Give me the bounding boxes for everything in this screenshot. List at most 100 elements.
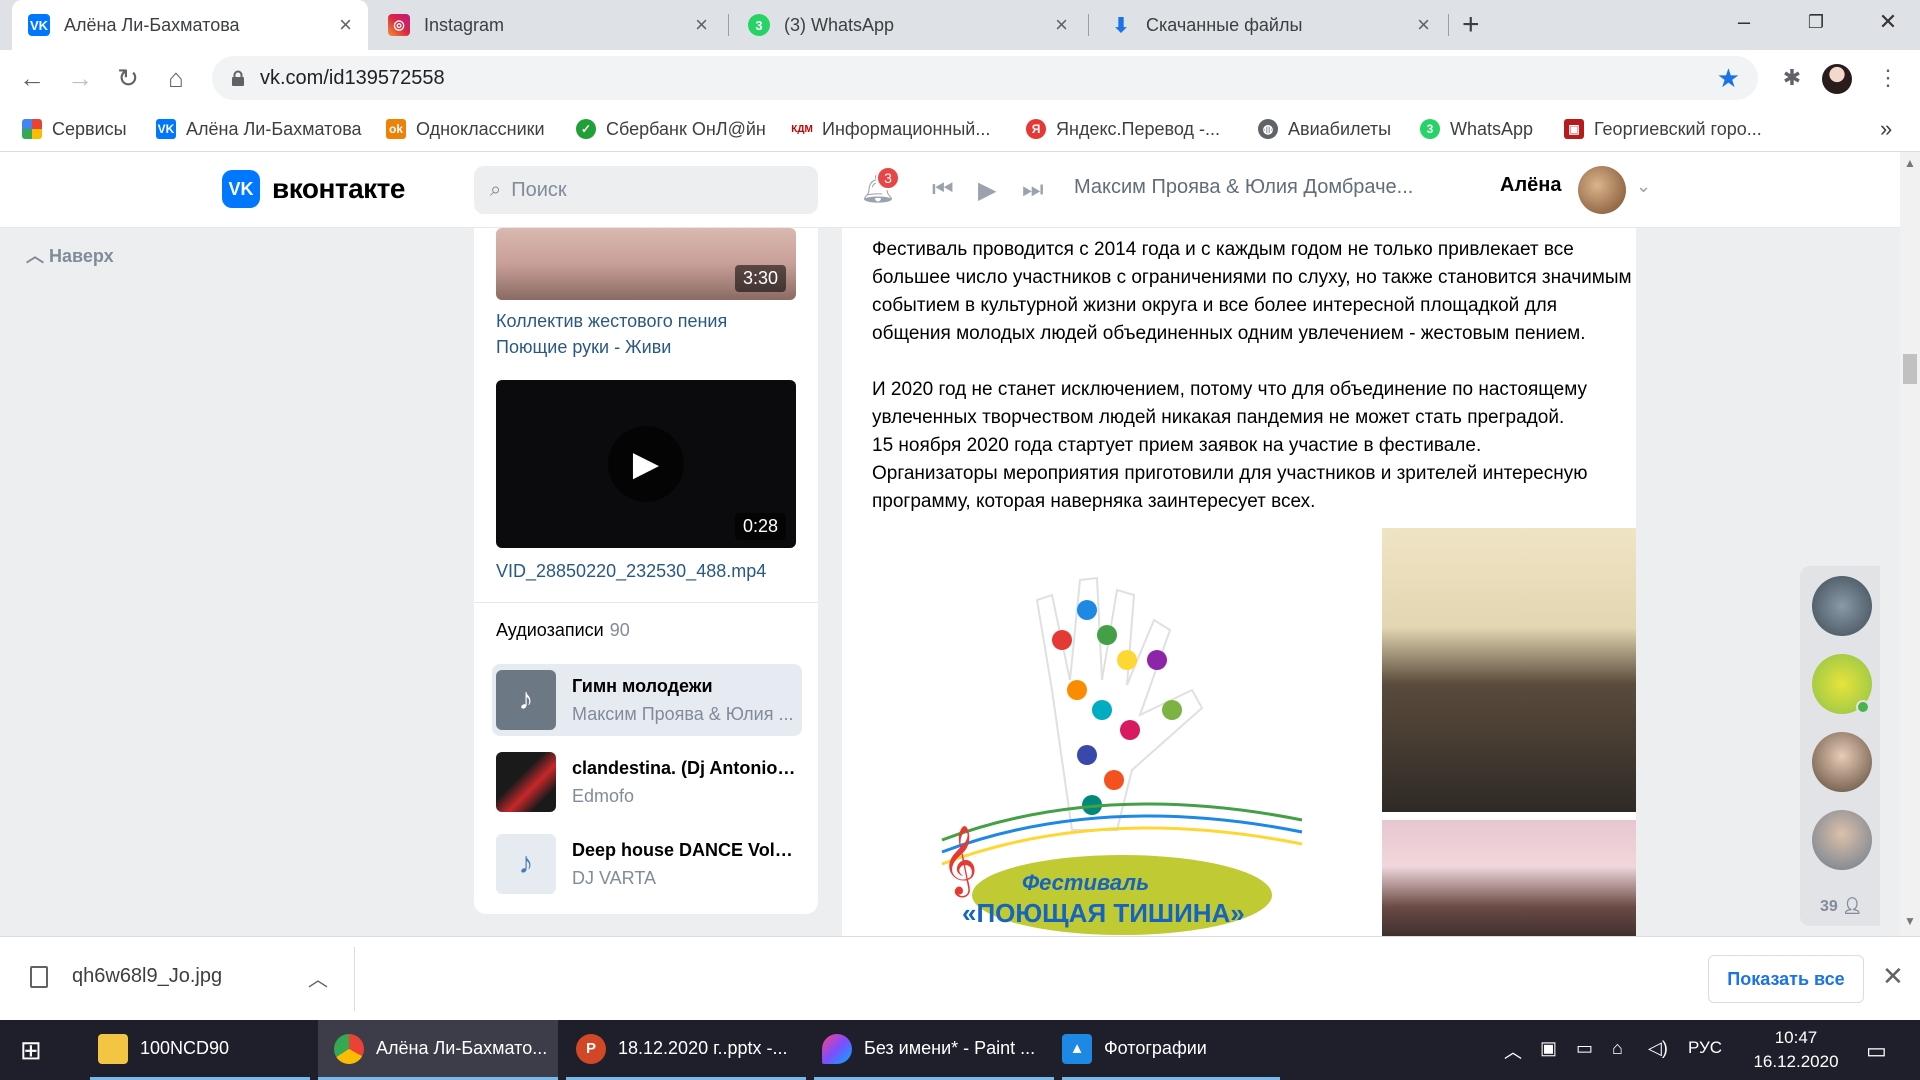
bookmark-whatsapp[interactable]: 3 WhatsApp [1420,106,1533,152]
tab-whatsapp[interactable]: 3 (3) WhatsApp × [732,0,1084,50]
minimize-icon[interactable]: – [1712,0,1776,44]
profile-avatar[interactable] [1822,64,1852,94]
chevron-down-icon[interactable]: ⌄ [1636,176,1651,197]
restore-icon[interactable]: ❐ [1784,0,1848,44]
bookmark-star-icon[interactable]: ★ [1717,63,1740,94]
bookmarks-more[interactable]: » [1880,106,1892,152]
group-photo-image[interactable] [1382,820,1636,936]
vk-logo-text: вконтакте [272,173,405,204]
audio-track[interactable]: clandestina. (Dj Antonio ... Edmofo [492,746,802,818]
instagram-icon: ◎ [388,14,410,36]
notifications-button[interactable]: 🔔︎ 3 [860,166,900,208]
now-playing-text[interactable]: Максим Проява & Юлия Домбраче... [1074,176,1413,199]
video-title-link[interactable]: VID_28850220_232530_488.mp4 [496,558,796,584]
video-thumbnail[interactable]: ▶ 0:28 [496,380,796,548]
network-icon[interactable]: ⌂ [1612,1038,1623,1059]
audio-track[interactable]: ♪ Deep house DANCE Vol 1 ... DJ VARTA [492,828,802,900]
back-icon[interactable]: ← [14,60,50,96]
bookmark-vk[interactable]: VK Алёна Ли-Бахматова [156,106,362,152]
bookmark-label: Сбербанк ОнЛ@йн [606,118,766,139]
post-paragraph: Фестиваль проводится с 2014 года и с каж… [872,239,1632,344]
user-avatar[interactable] [1578,166,1626,214]
bookmark-yandex-translate[interactable]: Я Яндекс.Перевод -... [1026,106,1220,152]
extensions-icon[interactable]: ✱ [1774,60,1810,96]
track-title: clandestina. (Dj Antonio ... [572,758,797,778]
scrollbar-thumb[interactable] [1903,354,1917,384]
page-scrollbar[interactable]: ▲ ▼ [1900,152,1920,936]
track-artist[interactable]: Максим Проява & Юлия ... [572,704,797,725]
bookmark-aviatickets[interactable]: ◍ Авиабилеты [1258,106,1391,152]
bookmark-odnoklassniki[interactable]: ok Одноклассники [386,106,545,152]
taskbar-item-powerpoint[interactable]: P 18.12.2020 г..pptx -... [566,1020,806,1080]
menu-icon[interactable]: ⋮ [1870,60,1906,96]
taskbar-item-photos[interactable]: ▲ Фотографии [1062,1020,1280,1080]
close-icon[interactable]: × [1417,12,1430,38]
new-tab-button[interactable]: + [1462,8,1480,42]
scroll-down-arrow[interactable]: ▼ [1904,914,1916,928]
image-file-icon [30,965,48,988]
meet-now-icon[interactable]: ▣ [1540,1038,1557,1059]
close-window-icon[interactable]: ✕ [1856,0,1920,44]
back-to-top-button[interactable]: ︿ Наверх [26,242,114,268]
browser-tab-bar: VK Алёна Ли-Бахматова × ◎ Instagram × 3 … [0,0,1920,50]
tab-downloads[interactable]: ⬇ Скачанные файлы × [1094,0,1446,50]
close-icon[interactable]: × [695,12,708,38]
video-duration: 3:30 [734,265,786,292]
bookmark-georgievsk[interactable]: ▣ Георгиевский горо... [1564,106,1762,152]
search-input[interactable] [511,178,772,202]
tab-title: Алёна Ли-Бахматова [64,14,240,35]
battery-icon[interactable]: ▭ [1576,1038,1593,1059]
friend-avatar[interactable] [1812,732,1872,792]
play-icon[interactable]: ▶ [608,426,684,502]
bookmark-sberbank[interactable]: ✓ Сбербанк ОнЛ@йн [576,106,766,152]
chevron-up-icon[interactable]: ︿ [1504,1038,1522,1064]
address-bar[interactable]: vk.com/id139572558 ★ [212,56,1758,100]
group-photo-image[interactable] [1382,528,1636,812]
play-icon[interactable]: ▶ [978,176,996,205]
taskbar-item-paint[interactable]: Без имени* - Paint ... [814,1020,1054,1080]
friends-online-count[interactable]: 39 👤︎ [1820,896,1863,916]
input-language[interactable]: РУС [1688,1038,1722,1058]
audio-track[interactable]: ♪ Гимн молодежи Максим Проява & Юлия ... [492,664,802,736]
taskbar-item-folder[interactable]: 100NCD90 [90,1020,310,1080]
video-title-link[interactable]: Коллектив жестового пения Поющие руки - … [496,308,796,360]
bookmark-info[interactable]: КДМ Информационный... [791,106,990,152]
audio-section-header[interactable]: Аудиозаписи 90 [496,620,630,641]
downloaded-file[interactable]: qh6w68l9_Jo.jpg [30,965,222,988]
friend-avatar[interactable] [1812,810,1872,870]
volume-icon[interactable]: ◁) [1648,1038,1668,1059]
close-icon[interactable]: ✕ [1882,961,1904,992]
tab-instagram[interactable]: ◎ Instagram × [372,0,724,50]
bookmark-label: Одноклассники [416,118,545,139]
next-track-icon[interactable]: ⏭ [1022,176,1044,204]
yandex-translate-icon: Я [1026,119,1046,139]
home-icon[interactable]: ⌂ [158,60,194,96]
close-icon[interactable]: × [339,12,352,38]
bookmark-services[interactable]: Сервисы [22,106,127,152]
reload-icon[interactable]: ↻ [110,60,146,96]
online-indicator [1856,700,1870,714]
vk-search[interactable]: ⌕ [474,166,818,214]
video-thumbnail[interactable]: 3:30 [496,228,796,300]
user-name[interactable]: Алёна [1500,174,1561,197]
close-icon[interactable]: × [1055,12,1068,38]
forward-icon[interactable]: → [62,60,98,96]
scroll-up-arrow[interactable]: ▲ [1904,156,1916,170]
music-note-icon: ♪ [496,834,556,894]
track-artist[interactable]: Edmofo [572,786,797,807]
notifications-center-icon[interactable]: ▭ [1866,1038,1887,1064]
photos-icon: ▲ [1062,1033,1092,1064]
tab-vk[interactable]: VK Алёна Ли-Бахматова × [12,0,368,50]
show-all-downloads-button[interactable]: Показать все [1708,955,1864,1003]
taskbar-item-chrome[interactable]: Алёна Ли-Бахмато... [318,1020,558,1080]
chevron-up-icon[interactable]: ︿ [308,963,328,992]
track-artist[interactable]: DJ VARTA [572,868,797,889]
divider [354,947,355,1011]
windows-start-icon[interactable]: ⊞ [20,1020,42,1080]
profile-media-column: 3:30 Коллектив жестового пения Поющие ру… [474,228,818,914]
friend-avatar[interactable] [1812,576,1872,636]
festival-poster-image[interactable]: 𝄞 Фестиваль «ПОЮЩАЯ ТИШИНА» [902,540,1336,936]
system-clock[interactable]: 10:47 16.12.2020 [1746,1026,1846,1074]
vk-logo[interactable]: VK вконтакте [222,170,405,208]
previous-track-icon[interactable]: ⏮ [932,176,954,204]
